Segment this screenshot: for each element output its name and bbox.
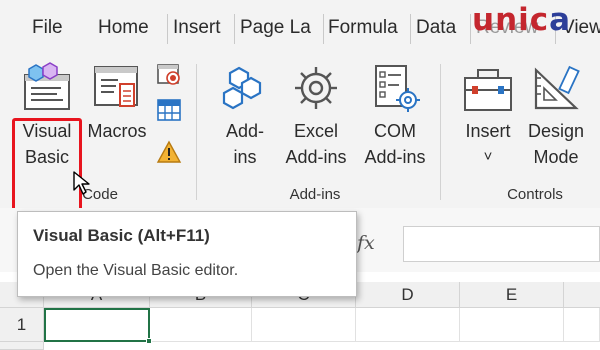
- add-ins-label-line1: Add-: [225, 121, 265, 141]
- formula-input[interactable]: [403, 226, 600, 262]
- insert-controls-label: Insert: [465, 121, 511, 141]
- column-header-e[interactable]: E: [460, 282, 564, 308]
- tab-home[interactable]: Home: [98, 17, 149, 39]
- tooltip-title: Visual Basic (Alt+F11): [33, 226, 210, 245]
- record-macro-icon[interactable]: [156, 63, 182, 87]
- design-mode-label-line2: Mode: [533, 147, 579, 167]
- controls-group-label: Controls: [507, 186, 563, 203]
- gear-icon: [295, 67, 337, 109]
- chevron-down-icon: ˅: [483, 148, 493, 165]
- visual-basic-tooltip: Visual Basic (Alt+F11) Open the Visual B…: [17, 211, 357, 297]
- tab-divider: [234, 14, 235, 44]
- tooltip-description: Open the Visual Basic editor.: [33, 262, 239, 279]
- fill-handle[interactable]: [146, 338, 152, 344]
- tab-divider: [470, 14, 471, 44]
- macros-label: Macros: [87, 121, 147, 141]
- visual-basic-icon: [24, 62, 70, 110]
- group-divider: [196, 64, 197, 200]
- row-header-1[interactable]: 1: [0, 308, 44, 342]
- tab-divider: [167, 14, 168, 44]
- macro-security-icon[interactable]: [156, 140, 182, 164]
- tab-divider: [410, 14, 411, 44]
- cell-b1[interactable]: [150, 308, 252, 342]
- mouse-cursor-icon: [73, 171, 90, 195]
- excel-add-ins-label-line1: Excel: [293, 121, 338, 141]
- insert-function-icon[interactable]: fx: [357, 232, 375, 254]
- column-header-d[interactable]: D: [356, 282, 460, 308]
- toolbox-icon: [464, 69, 512, 111]
- tab-page-layout[interactable]: Page La: [240, 17, 311, 39]
- design-mode-icon: [534, 65, 580, 110]
- design-mode-label-line1: Design: [527, 121, 585, 141]
- column-header-f[interactable]: [564, 282, 600, 308]
- ribbon-tab-bar: File Home Insert Page La Formula Data Re…: [0, 0, 600, 56]
- tab-data[interactable]: Data: [416, 17, 456, 39]
- add-ins-group-label: Add-ins: [289, 186, 341, 203]
- row-header-2[interactable]: [0, 342, 44, 350]
- unica-watermark-logo: unica: [472, 2, 572, 38]
- add-ins-icon: [222, 66, 262, 110]
- cell-e1[interactable]: [460, 308, 564, 342]
- tab-formulas[interactable]: Formula: [328, 17, 398, 39]
- tab-insert[interactable]: Insert: [173, 17, 221, 39]
- cell-c1[interactable]: [252, 308, 356, 342]
- cell-f1[interactable]: [564, 308, 600, 342]
- add-ins-label-line2: ins: [233, 147, 257, 167]
- active-cell-a1[interactable]: [44, 308, 150, 342]
- relative-references-icon[interactable]: [156, 98, 182, 122]
- com-add-ins-label-line2: Add-ins: [364, 147, 426, 167]
- group-divider: [440, 64, 441, 200]
- tab-file[interactable]: File: [32, 17, 63, 39]
- com-add-ins-icon: [375, 65, 420, 112]
- excel-add-ins-label-line2: Add-ins: [285, 147, 347, 167]
- com-add-ins-label-line1: COM: [374, 121, 416, 141]
- tab-divider: [323, 14, 324, 44]
- cell-d1[interactable]: [356, 308, 460, 342]
- macros-icon: [94, 66, 138, 107]
